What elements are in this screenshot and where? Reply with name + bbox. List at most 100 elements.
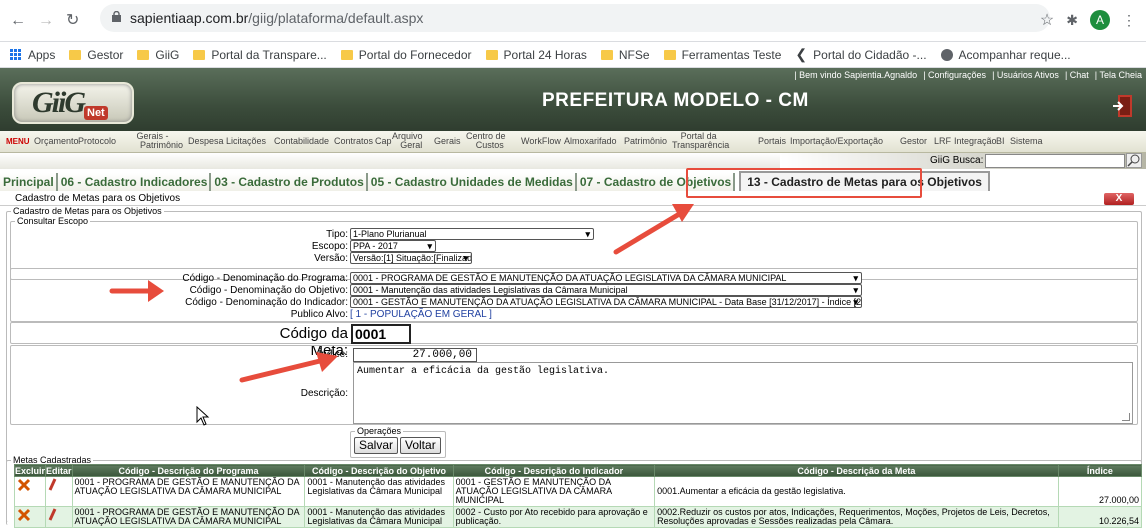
tab-indicadores[interactable]: 06 - Cadastro Indicadores [57,173,212,191]
url-text: sapientiaap.com.br/giig/plataforma/defau… [130,10,424,26]
fullscreen-link[interactable]: | Tela Cheia [1095,70,1142,80]
menu-workflow[interactable]: WorkFlow [521,137,561,146]
cell-indice: 27.000,00 [1057,476,1143,507]
mouse-cursor-icon [196,406,210,426]
delete-icon[interactable] [13,476,47,507]
browser-toolbar: ← → ↻ sapientiaap.com.br/giig/plataforma… [0,0,1146,42]
menu-portal-transparencia[interactable]: Portal da Transparência [668,132,729,150]
annotation-arrow-icon [239,352,338,383]
codigo-fieldset [10,322,1138,344]
bookmark-portal-cidadao[interactable]: ❮ Portal do Cidadão -... [795,46,926,63]
bookmark-ferramentas[interactable]: Ferramentas Teste [663,48,781,62]
bookmark-apps[interactable]: Apps [10,48,55,62]
escopo-label: Escopo: [311,241,348,252]
menu-gerais-patrimonio[interactable]: Gerais - Patrimônio [122,132,184,150]
descricao-textarea[interactable]: Aumentar a eficácia da gestão legislativ… [353,362,1133,424]
search-icon[interactable] [1126,153,1142,168]
menu-lrf[interactable]: LRF [934,137,951,146]
bookmark-portal-fornecedor[interactable]: Portal do Fornecedor [340,48,472,62]
edit-pencil-icon[interactable] [45,506,73,528]
menu-orcamento[interactable]: Orçamento [34,137,79,146]
bookmark-portal-24h[interactable]: Portal 24 Horas [485,48,587,62]
menu-licitacoes[interactable]: Licitações [226,137,266,146]
top-links: | Bem vindo Sapientia.Agnaldo | Configur… [794,68,1146,82]
cell-indicador: 0002 - Custo por Ato recebido para aprov… [452,506,656,528]
giig-logo: GiiG Net [12,82,134,124]
welcome-link[interactable]: | Bem vindo Sapientia.Agnaldo [794,70,917,80]
bookmark-portal-transparencia[interactable]: Portal da Transpare... [193,48,327,62]
programa-select[interactable]: 0001 - PROGRAMA DE GESTÃO E MANUTENÇÃO D… [350,272,862,284]
cell-objetivo: 0001 - Manutenção das atividades Legisla… [304,506,454,528]
menu-despesa[interactable]: Despesa [188,137,224,146]
tab-principal[interactable]: Principal [0,173,58,191]
versao-select[interactable]: Versão:[1] Situação:[Finalizado] ▾ [350,252,472,264]
codigo-meta-input[interactable]: 0001 [351,324,411,344]
back-arrow-icon[interactable]: ← [10,13,26,29]
page-title: PREFEITURA MODELO - CM [542,90,809,111]
busca-bar: GiiG Busca: [0,153,1146,169]
users-link[interactable]: | Usuários Ativos [992,70,1059,80]
bookmark-giig[interactable]: GiiG [137,48,179,62]
cell-meta: 0001.Aumentar a eficácia da gestão legis… [654,476,1059,507]
folder-icon [485,49,498,60]
menu-dots-icon[interactable]: ⋮ [1122,12,1136,29]
close-button[interactable]: X [1104,193,1134,205]
menu-almoxarifado[interactable]: Almoxarifado [564,137,617,146]
menu-import-export[interactable]: Importação/Exportação [790,137,883,146]
globe-icon [940,48,953,61]
menu-gestor[interactable]: Gestor [900,137,927,146]
tab-produtos[interactable]: 03 - Cadastro de Produtos [211,173,368,191]
menu-integracao[interactable]: Integração [954,137,997,146]
indice-input[interactable]: 27.000,00 [353,348,477,362]
apps-icon [10,48,22,61]
col-indicador: Código - Descrição do Indicador [452,464,656,477]
menu-label: MENU [6,137,30,146]
delete-icon[interactable] [13,506,47,528]
exit-door-icon[interactable] [1112,94,1134,118]
bookmark-gestor[interactable]: Gestor [69,48,123,62]
menu-arquivo-geral[interactable]: Arquivo Geral [392,132,423,150]
folder-icon [340,49,353,60]
menu-portais[interactable]: Portais [758,137,786,146]
busca-label: GiiG Busca: [930,155,984,166]
extensions-icon[interactable]: ✱ [1066,12,1078,29]
cell-meta: 0002.Reduzir os custos por atos, Indicaç… [654,506,1059,528]
publico-label: Publico Alvo: [290,309,348,320]
escopo-select[interactable]: PPA - 2017 ▾ [350,240,436,252]
tab-unidades[interactable]: 05 - Cadastro Unidades de Medidas [367,173,577,191]
save-button[interactable]: Salvar [354,437,399,454]
folder-icon [663,49,676,60]
avatar[interactable]: A [1090,10,1110,30]
edit-pencil-icon[interactable] [45,476,73,507]
resize-handle-icon[interactable] [1122,413,1130,421]
menu-bi[interactable]: BI [996,137,1005,146]
busca-input[interactable] [985,154,1125,168]
descricao-label: Descrição: [300,388,348,399]
folder-icon [137,49,150,60]
tipo-select[interactable]: 1-Plano Plurianual ▾ [350,228,594,240]
versao-label: Versão: [314,253,348,264]
chat-link[interactable]: | Chat [1065,70,1089,80]
menu-cap[interactable]: Cap [375,137,392,146]
menu-contabilidade[interactable]: Contabilidade [274,137,329,146]
menu-contratos[interactable]: Contratos [334,137,373,146]
forward-arrow-icon[interactable]: → [38,13,54,29]
star-icon[interactable]: ☆ [1040,10,1054,30]
menu-patrimonio[interactable]: Patrimônio [624,137,667,146]
menu-gerais[interactable]: Gerais [434,137,461,146]
bookmark-nfse[interactable]: NFSe [600,48,650,62]
publico-value: [ 1 - POPULAÇÃO EM GERAL ] [350,309,492,320]
bookmark-acompanhar[interactable]: Acompanhar reque... [940,48,1071,62]
lock-icon [112,11,121,22]
config-link[interactable]: | Configurações [923,70,986,80]
menu-centro-custos[interactable]: Centro de Custos [466,132,506,150]
indicador-select[interactable]: 0001 - GESTÃO E MANUTENÇÃO DA ATUAÇÃO LE… [350,296,862,308]
app-root: | Bem vindo Sapientia.Agnaldo | Configur… [0,68,1146,528]
col-editar: Editar [45,464,73,477]
menu-protocolo[interactable]: Protocolo [78,137,116,146]
back-button[interactable]: Voltar [400,437,441,454]
reload-icon[interactable]: ↻ [66,13,79,29]
objetivo-select[interactable]: 0001 - Manutenção das atividades Legisla… [350,284,862,296]
annotation-arrow-icon [613,204,694,255]
menu-sistema[interactable]: Sistema [1010,137,1043,146]
